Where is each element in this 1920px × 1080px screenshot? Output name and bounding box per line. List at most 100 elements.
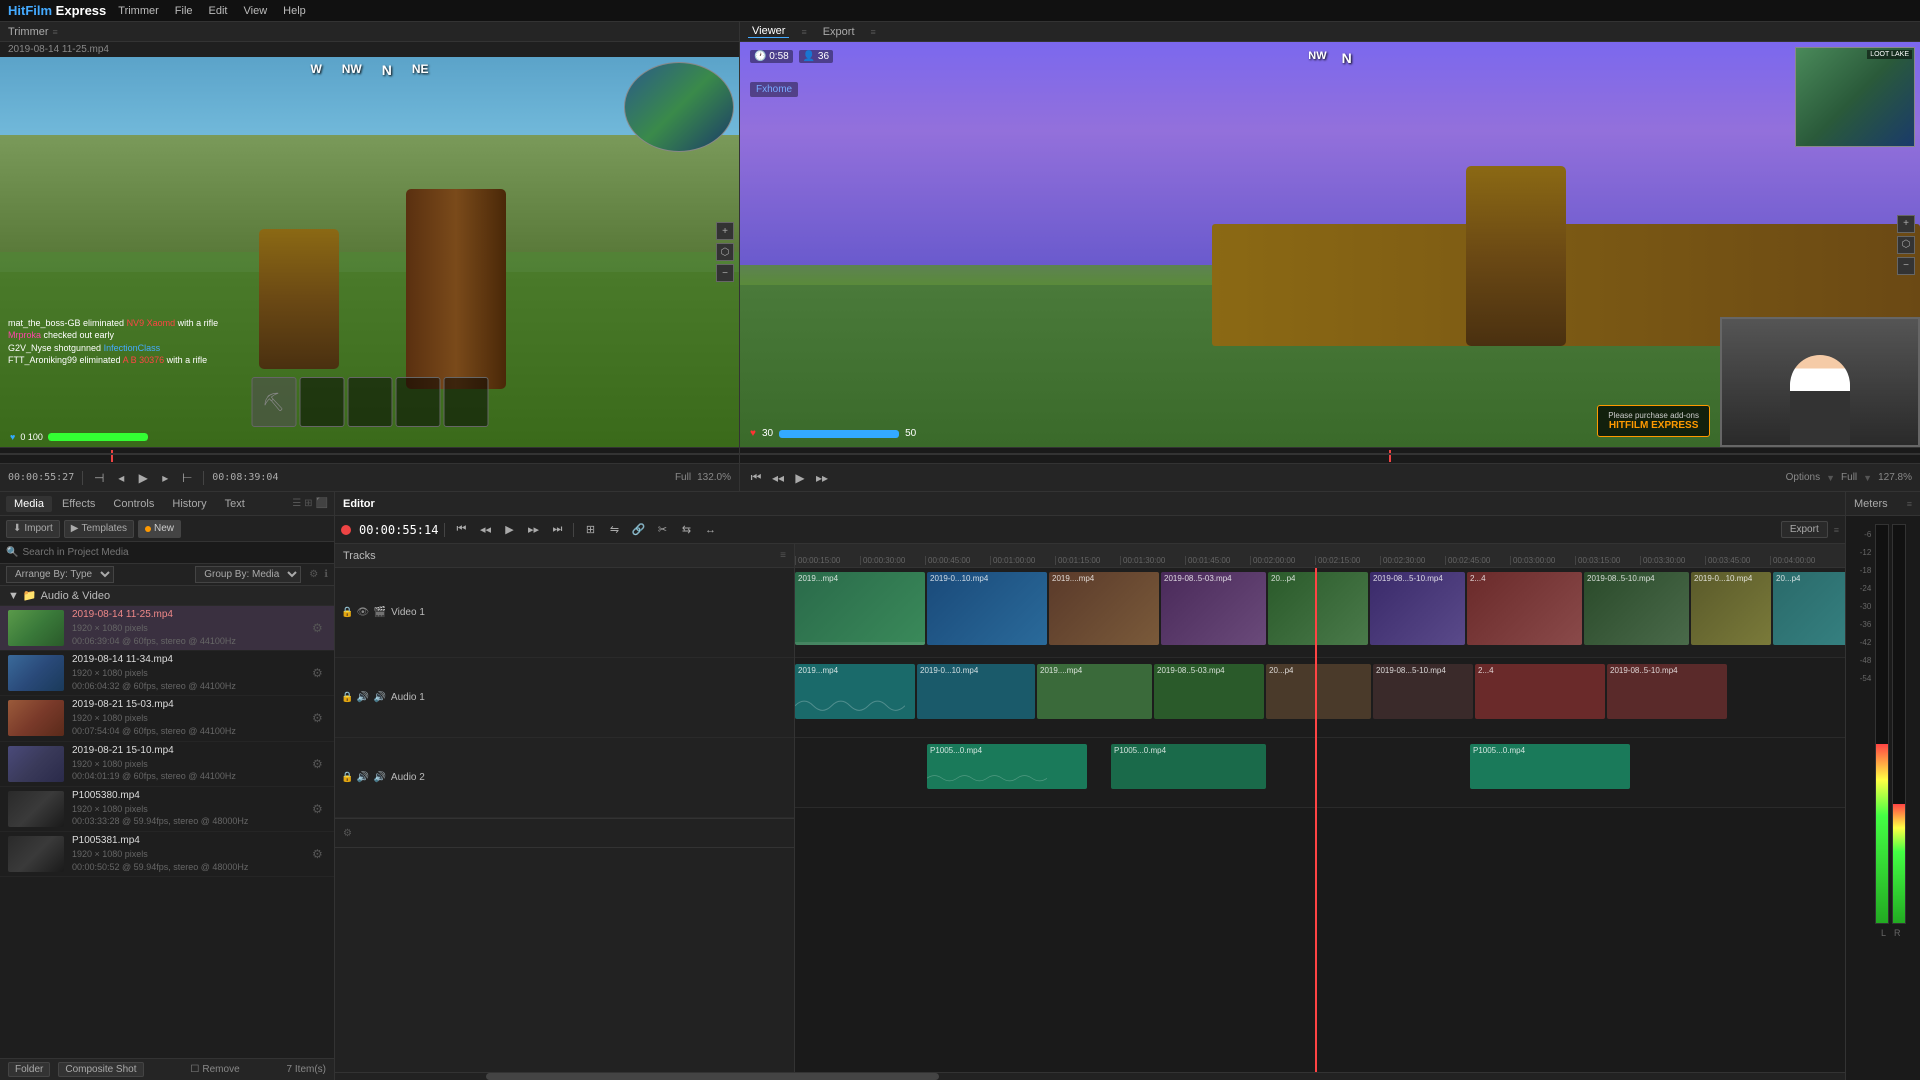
arrange-options-btn[interactable]: ⚙ (309, 569, 318, 580)
grid-view-btn[interactable]: ⊞ (304, 498, 312, 509)
add-track-btn[interactable]: ⚙ (343, 828, 352, 839)
gear-icon-4[interactable]: ⚙ (312, 757, 326, 771)
media-item-2[interactable]: 2019-08-14 11-34.mp4 1920 × 1080 pixels … (0, 651, 334, 696)
media-item-4[interactable]: 2019-08-21 15-10.mp4 1920 × 1080 pixels … (0, 742, 334, 787)
video-clip-9[interactable]: 2019-0...10.mp4 (1691, 572, 1771, 645)
viewer-to-start-btn[interactable]: ⏮ (748, 470, 764, 486)
meter-channel-l: L (1881, 928, 1886, 938)
tab-media[interactable]: Media (6, 496, 52, 512)
arrange-info-btn[interactable]: ℹ (324, 569, 328, 580)
menu-view[interactable]: View (244, 5, 268, 17)
trim-to-out-btn[interactable]: ⊢ (179, 470, 195, 486)
timeline-scrollbar[interactable] (335, 1072, 1845, 1080)
editor-to-start-btn[interactable]: ⏮ (451, 520, 471, 540)
razor-btn[interactable]: ✂ (652, 520, 672, 540)
audio1-mute-btn[interactable]: 🔊 (356, 692, 368, 703)
audio-clip-4[interactable]: 2019-08..5-03.mp4 (1154, 664, 1264, 719)
tab-viewer[interactable]: Viewer (748, 25, 789, 38)
clip-label-6: 2019-08...5-10.mp4 (1373, 574, 1443, 583)
audio-clip-3[interactable]: 2019....mp4 (1037, 664, 1152, 719)
audio2-clip-1[interactable]: P1005...0.mp4 (927, 744, 1087, 789)
audio-clip-5[interactable]: 20...p4 (1266, 664, 1371, 719)
viewer-minimap: LOOT LAKE (1795, 47, 1915, 147)
editor-next-btn[interactable]: ▸▸ (523, 520, 543, 540)
tab-text[interactable]: Text (217, 496, 253, 512)
editor-play-btn[interactable]: ▶ (499, 520, 519, 540)
media-item-1[interactable]: 2019-08-14 11-25.mp4 1920 × 1080 pixels … (0, 606, 334, 651)
ripple-btn[interactable]: ⇋ (604, 520, 624, 540)
timeline-scrollbar-thumb[interactable] (486, 1073, 939, 1080)
slip-btn[interactable]: ⇆ (676, 520, 696, 540)
viewer-play-btn[interactable]: ▶ (792, 470, 808, 486)
audio-clip-2[interactable]: 2019-0...10.mp4 (917, 664, 1035, 719)
menu-help[interactable]: Help (283, 5, 306, 17)
gear-icon-2[interactable]: ⚙ (312, 666, 326, 680)
video-clip-5[interactable]: 20...p4 (1268, 572, 1368, 645)
audio-clip-7[interactable]: 2...4 (1475, 664, 1605, 719)
import-btn[interactable]: ⬇ Import (6, 520, 60, 538)
zoom-in-btn[interactable]: + (716, 222, 734, 240)
video-clip-8[interactable]: 2019-08..5-10.mp4 (1584, 572, 1689, 645)
editor-prev-btn[interactable]: ◂◂ (475, 520, 495, 540)
group-by-select[interactable]: Group By: Media (195, 566, 301, 583)
gear-icon-6[interactable]: ⚙ (312, 847, 326, 861)
audio2-clip-3[interactable]: P1005...0.mp4 (1470, 744, 1630, 789)
media-item-3[interactable]: 2019-08-21 15-03.mp4 1920 × 1080 pixels … (0, 696, 334, 741)
audio-clip-1[interactable]: 2019...mp4 (795, 664, 915, 719)
folder-btn[interactable]: Folder (8, 1062, 50, 1077)
prev-frame-btn[interactable]: ◂ (113, 470, 129, 486)
tab-history[interactable]: History (164, 496, 214, 512)
arrange-by-select[interactable]: Arrange By: Type (6, 566, 114, 583)
video-clip-7[interactable]: 2...4 (1467, 572, 1582, 645)
tab-controls[interactable]: Controls (105, 496, 162, 512)
tab-effects[interactable]: Effects (54, 496, 103, 512)
video-clip-10[interactable]: 20...p4 (1773, 572, 1845, 645)
gear-icon-5[interactable]: ⚙ (312, 802, 326, 816)
menu-file[interactable]: File (175, 5, 193, 17)
folder-header[interactable]: ▼ 📁 Audio & Video (0, 586, 334, 606)
audio2-track-lock-btn[interactable]: 🔒 (341, 772, 353, 783)
templates-btn[interactable]: ▶ Templates (64, 520, 134, 538)
media-item-5[interactable]: P1005380.mp4 1920 × 1080 pixels 00:03:33… (0, 787, 334, 832)
editor-export-btn[interactable]: Export (1781, 521, 1828, 538)
timeline-ruler: 00:00:15:00 00:00:30:00 00:00:45:00 00:0… (795, 544, 1845, 568)
video-clip-2[interactable]: 2019-0...10.mp4 (927, 572, 1047, 645)
menu-edit[interactable]: Edit (209, 5, 228, 17)
viewer-prev-frame-btn[interactable]: ◂◂ (770, 470, 786, 486)
tracks-menu-icon[interactable]: ≡ (780, 550, 786, 561)
next-frame-btn[interactable]: ▸ (157, 470, 173, 486)
tab-export[interactable]: Export (819, 26, 859, 38)
audio-clip-8[interactable]: 2019-08..5-10.mp4 (1607, 664, 1727, 719)
video-track-mute-btn[interactable]: 👁 (356, 607, 369, 618)
editor-to-end-btn[interactable]: ⏭ (547, 520, 567, 540)
viewer-zoom-in-btn[interactable]: + (1897, 215, 1915, 233)
trim-to-in-btn[interactable]: ⊣ (91, 470, 107, 486)
link-btn[interactable]: 🔗 (628, 520, 648, 540)
viewer-next-frame-btn[interactable]: ▸▸ (814, 470, 830, 486)
video-clip-1[interactable]: 2019...mp4 (795, 572, 925, 645)
gear-icon-1[interactable]: ⚙ (312, 621, 326, 635)
audio1-track-lock-btn[interactable]: 🔒 (341, 692, 353, 703)
list-view-btn[interactable]: ☰ (292, 498, 301, 509)
audio-clip-6[interactable]: 2019-08...5-10.mp4 (1373, 664, 1473, 719)
slide-btn[interactable]: ↔ (700, 520, 720, 540)
zoom-out-btn[interactable]: − (716, 264, 734, 282)
zoom-fit-btn[interactable]: ⬡ (716, 243, 734, 261)
video-clip-6[interactable]: 2019-08...5-10.mp4 (1370, 572, 1465, 645)
viewer-zoom-out-btn[interactable]: − (1897, 257, 1915, 275)
video-clip-3[interactable]: 2019....mp4 (1049, 572, 1159, 645)
audio2-mute-btn[interactable]: 🔊 (356, 772, 368, 783)
play-btn[interactable]: ▶ (135, 470, 151, 486)
panel-close-btn[interactable]: ⬛ (316, 498, 328, 509)
video-clip-4[interactable]: 2019-08..5-03.mp4 (1161, 572, 1266, 645)
composite-shot-btn[interactable]: Composite Shot (58, 1062, 143, 1077)
snap-btn[interactable]: ⊞ (580, 520, 600, 540)
new-btn[interactable]: New (138, 520, 181, 538)
audio2-clip-2[interactable]: P1005...0.mp4 (1111, 744, 1266, 789)
viewer-zoom-fit-btn[interactable]: ⬡ (1897, 236, 1915, 254)
search-input[interactable] (22, 547, 328, 558)
video-track-lock-btn[interactable]: 🔒 (341, 607, 353, 618)
gear-icon-3[interactable]: ⚙ (312, 711, 326, 725)
media-item-6[interactable]: P1005381.mp4 1920 × 1080 pixels 00:00:50… (0, 832, 334, 877)
menu-trimmer[interactable]: Trimmer (118, 5, 159, 17)
